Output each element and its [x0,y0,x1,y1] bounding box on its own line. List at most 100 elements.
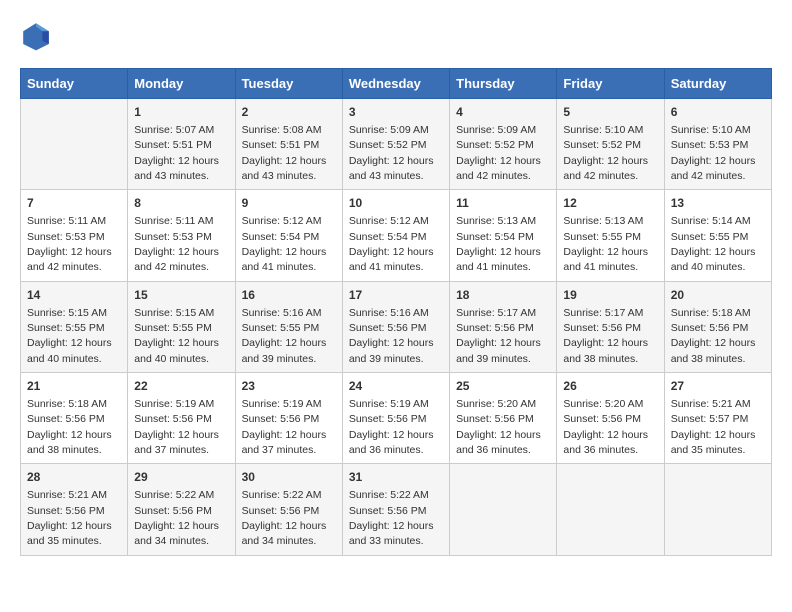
day-number: 22 [134,378,228,395]
day-info: Sunrise: 5:11 AMSunset: 5:53 PMDaylight:… [27,215,112,273]
day-number: 3 [349,104,443,121]
day-number: 26 [563,378,657,395]
calendar-cell: 28 Sunrise: 5:21 AMSunset: 5:56 PMDayligh… [21,464,128,555]
calendar-cell: 13 Sunrise: 5:14 AMSunset: 5:55 PMDayligh… [664,190,771,281]
day-number: 10 [349,195,443,212]
day-number: 30 [242,469,336,486]
calendar-cell: 5 Sunrise: 5:10 AMSunset: 5:52 PMDaylight… [557,99,664,190]
calendar-cell [664,464,771,555]
week-row-1: 1 Sunrise: 5:07 AMSunset: 5:51 PMDaylight… [21,99,772,190]
day-number: 6 [671,104,765,121]
calendar-cell: 25 Sunrise: 5:20 AMSunset: 5:56 PMDayligh… [450,373,557,464]
day-info: Sunrise: 5:10 AMSunset: 5:52 PMDaylight:… [563,124,648,182]
header-cell-friday: Friday [557,69,664,99]
day-number: 13 [671,195,765,212]
day-number: 12 [563,195,657,212]
calendar-cell: 24 Sunrise: 5:19 AMSunset: 5:56 PMDayligh… [342,373,449,464]
day-number: 8 [134,195,228,212]
calendar-cell: 31 Sunrise: 5:22 AMSunset: 5:56 PMDayligh… [342,464,449,555]
day-info: Sunrise: 5:20 AMSunset: 5:56 PMDaylight:… [563,398,648,456]
day-info: Sunrise: 5:22 AMSunset: 5:56 PMDaylight:… [242,489,327,547]
calendar-cell: 10Sunrise: 5:12 AMSunset: 5:54 PMDayligh… [342,190,449,281]
calendar-cell: 7 Sunrise: 5:11 AMSunset: 5:53 PMDaylight… [21,190,128,281]
calendar-table: SundayMondayTuesdayWednesdayThursdayFrid… [20,68,772,556]
day-number: 1 [134,104,228,121]
day-number: 21 [27,378,121,395]
calendar-cell: 17Sunrise: 5:16 AMSunset: 5:56 PMDayligh… [342,281,449,372]
day-info: Sunrise: 5:15 AMSunset: 5:55 PMDaylight:… [134,307,219,365]
header-row: SundayMondayTuesdayWednesdayThursdayFrid… [21,69,772,99]
logo-icon [20,20,52,52]
calendar-cell [21,99,128,190]
day-number: 14 [27,287,121,304]
calendar-cell: 15 Sunrise: 5:15 AMSunset: 5:55 PMDayligh… [128,281,235,372]
day-info: Sunrise: 5:13 AMSunset: 5:55 PMDaylight:… [563,215,648,273]
day-info: Sunrise: 5:22 AMSunset: 5:56 PMDaylight:… [134,489,219,547]
day-number: 15 [134,287,228,304]
header-cell-saturday: Saturday [664,69,771,99]
logo [20,20,56,52]
calendar-cell [450,464,557,555]
day-number: 27 [671,378,765,395]
day-number: 24 [349,378,443,395]
day-number: 20 [671,287,765,304]
day-info: Sunrise: 5:19 AMSunset: 5:56 PMDaylight:… [242,398,327,456]
day-info: Sunrise: 5:18 AMSunset: 5:56 PMDaylight:… [27,398,112,456]
calendar-cell [557,464,664,555]
day-number: 4 [456,104,550,121]
calendar-body: 1 Sunrise: 5:07 AMSunset: 5:51 PMDaylight… [21,99,772,556]
day-info: Sunrise: 5:10 AMSunset: 5:53 PMDaylight:… [671,124,756,182]
calendar-cell: 6 Sunrise: 5:10 AMSunset: 5:53 PMDaylight… [664,99,771,190]
day-info: Sunrise: 5:16 AMSunset: 5:56 PMDaylight:… [349,307,434,365]
day-number: 28 [27,469,121,486]
day-info: Sunrise: 5:21 AMSunset: 5:57 PMDaylight:… [671,398,756,456]
calendar-cell: 11 Sunrise: 5:13 AMSunset: 5:54 PMDayligh… [450,190,557,281]
week-row-3: 14 Sunrise: 5:15 AMSunset: 5:55 PMDayligh… [21,281,772,372]
calendar-cell: 21 Sunrise: 5:18 AMSunset: 5:56 PMDayligh… [21,373,128,464]
day-info: Sunrise: 5:15 AMSunset: 5:55 PMDaylight:… [27,307,112,365]
day-info: Sunrise: 5:09 AMSunset: 5:52 PMDaylight:… [349,124,434,182]
day-number: 23 [242,378,336,395]
day-info: Sunrise: 5:08 AMSunset: 5:51 PMDaylight:… [242,124,327,182]
calendar-cell: 16 Sunrise: 5:16 AMSunset: 5:55 PMDayligh… [235,281,342,372]
header [20,20,772,52]
calendar-cell: 19 Sunrise: 5:17 AMSunset: 5:56 PMDayligh… [557,281,664,372]
day-info: Sunrise: 5:17 AMSunset: 5:56 PMDaylight:… [456,307,541,365]
calendar-cell: 8Sunrise: 5:11 AMSunset: 5:53 PMDaylight… [128,190,235,281]
calendar-cell: 9Sunrise: 5:12 AMSunset: 5:54 PMDaylight… [235,190,342,281]
calendar-cell: 18 Sunrise: 5:17 AMSunset: 5:56 PMDayligh… [450,281,557,372]
week-row-4: 21 Sunrise: 5:18 AMSunset: 5:56 PMDayligh… [21,373,772,464]
day-number: 9 [242,195,336,212]
day-number: 25 [456,378,550,395]
day-info: Sunrise: 5:21 AMSunset: 5:56 PMDaylight:… [27,489,112,547]
day-number: 19 [563,287,657,304]
day-info: Sunrise: 5:07 AMSunset: 5:51 PMDaylight:… [134,124,219,182]
day-info: Sunrise: 5:16 AMSunset: 5:55 PMDaylight:… [242,307,327,365]
calendar-cell: 2 Sunrise: 5:08 AMSunset: 5:51 PMDaylight… [235,99,342,190]
day-info: Sunrise: 5:19 AMSunset: 5:56 PMDaylight:… [349,398,434,456]
calendar-cell: 12 Sunrise: 5:13 AMSunset: 5:55 PMDayligh… [557,190,664,281]
calendar-cell: 27 Sunrise: 5:21 AMSunset: 5:57 PMDayligh… [664,373,771,464]
day-number: 2 [242,104,336,121]
header-cell-wednesday: Wednesday [342,69,449,99]
day-info: Sunrise: 5:22 AMSunset: 5:56 PMDaylight:… [349,489,434,547]
day-number: 31 [349,469,443,486]
calendar-cell: 22Sunrise: 5:19 AMSunset: 5:56 PMDayligh… [128,373,235,464]
header-cell-monday: Monday [128,69,235,99]
day-number: 5 [563,104,657,121]
day-number: 16 [242,287,336,304]
calendar-cell: 14 Sunrise: 5:15 AMSunset: 5:55 PMDayligh… [21,281,128,372]
calendar-header: SundayMondayTuesdayWednesdayThursdayFrid… [21,69,772,99]
calendar-cell: 4 Sunrise: 5:09 AMSunset: 5:52 PMDaylight… [450,99,557,190]
day-info: Sunrise: 5:14 AMSunset: 5:55 PMDaylight:… [671,215,756,273]
day-number: 18 [456,287,550,304]
day-info: Sunrise: 5:17 AMSunset: 5:56 PMDaylight:… [563,307,648,365]
week-row-2: 7 Sunrise: 5:11 AMSunset: 5:53 PMDaylight… [21,190,772,281]
day-info: Sunrise: 5:09 AMSunset: 5:52 PMDaylight:… [456,124,541,182]
day-info: Sunrise: 5:20 AMSunset: 5:56 PMDaylight:… [456,398,541,456]
day-info: Sunrise: 5:18 AMSunset: 5:56 PMDaylight:… [671,307,756,365]
day-info: Sunrise: 5:13 AMSunset: 5:54 PMDaylight:… [456,215,541,273]
header-cell-tuesday: Tuesday [235,69,342,99]
day-number: 11 [456,195,550,212]
day-number: 7 [27,195,121,212]
